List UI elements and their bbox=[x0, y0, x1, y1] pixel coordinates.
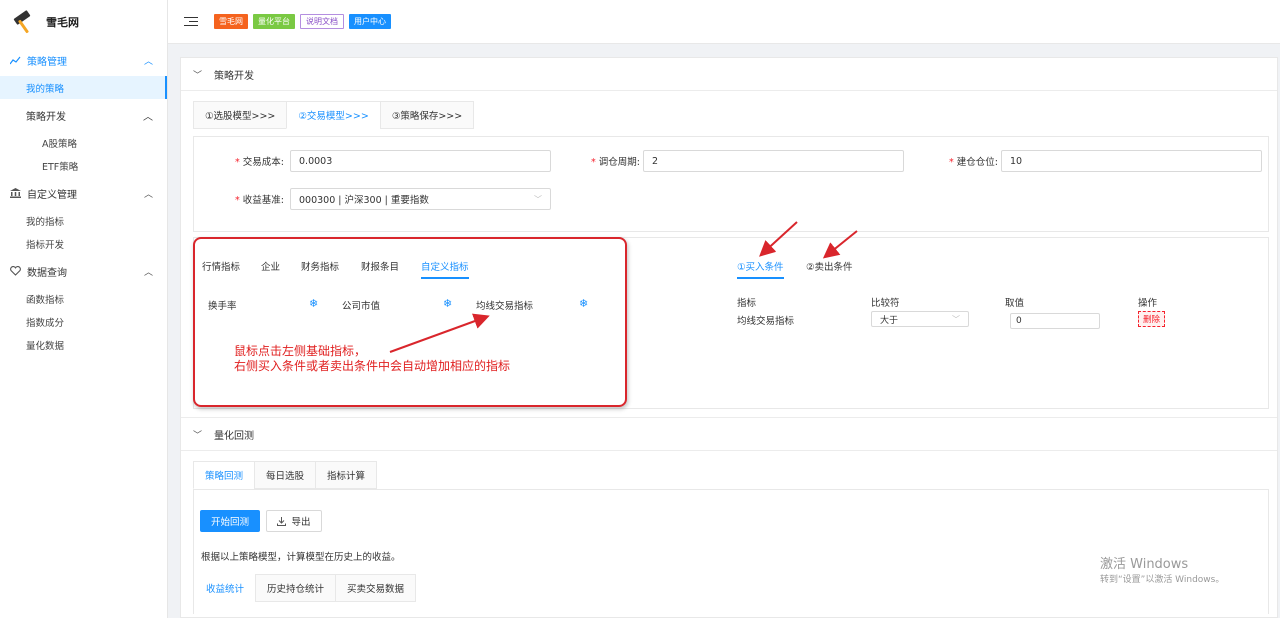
table-header-comparator: 比较符 bbox=[871, 298, 900, 309]
comparator-select[interactable]: 大于 ﹀ bbox=[871, 311, 969, 327]
tab-daily-selection[interactable]: 每日选股 bbox=[254, 461, 317, 489]
chevron-down-icon: ﹀ bbox=[193, 70, 203, 81]
tab-buy-condition[interactable]: ①买入条件 bbox=[737, 259, 784, 279]
form-row-benchmark: * 收益基准: 000300 | 沪深300 | 重要指数 ﹀ bbox=[202, 188, 551, 210]
top-header: 雪毛网 量化平台 说明文档 用户中心 bbox=[168, 0, 1280, 44]
benchmark-select[interactable]: 000300 | 沪深300 | 重要指数 ﹀ bbox=[290, 188, 551, 210]
backtest-tabs: 策略回测 每日选股 指标计算 bbox=[193, 461, 378, 489]
sidebar-item-quant-data[interactable]: 量化数据 bbox=[0, 333, 167, 356]
sidebar-item-my-indicators[interactable]: 我的指标 bbox=[0, 209, 167, 232]
sidebar-item-indicator-dev[interactable]: 指标开发 bbox=[0, 232, 167, 255]
table-header-action: 操作 bbox=[1138, 298, 1158, 309]
activation-watermark-subtitle: 转到“设置”以激活 Windows。 bbox=[1100, 575, 1225, 585]
menu-fold-icon[interactable] bbox=[184, 16, 198, 27]
delete-button[interactable]: 删除 bbox=[1138, 311, 1166, 327]
chevron-up-icon: ︿ bbox=[143, 189, 153, 200]
app-title: 雪毛网 bbox=[46, 16, 79, 29]
sidebar: 雪毛网 策略管理 ︿ 我的策略 策略开发 ︿ A股策略 ETF策略 自定义管理 … bbox=[0, 0, 168, 618]
tab-strategy-backtest[interactable]: 策略回测 bbox=[193, 461, 256, 489]
table-header-value: 取值 bbox=[1005, 298, 1025, 309]
menu-group-custom-management[interactable]: 自定义管理 ︿ bbox=[0, 177, 167, 209]
comparator-value: 大于 bbox=[880, 315, 899, 326]
menu-group-strategy-dev[interactable]: 策略开发 ︿ bbox=[0, 99, 167, 131]
chevron-down-icon: ﹀ bbox=[534, 195, 542, 204]
menu-group-data-query[interactable]: 数据查询 ︿ bbox=[0, 255, 167, 287]
sidebar-item-my-strategy[interactable]: 我的策略 bbox=[0, 76, 167, 99]
tab-trade-model[interactable]: ②交易模型>>> bbox=[286, 101, 381, 129]
tab-stock-selection-model[interactable]: ①选股模型>>> bbox=[193, 101, 288, 129]
tab-trade-data[interactable]: 买卖交易数据 bbox=[335, 574, 417, 602]
chevron-up-icon: ︿ bbox=[143, 56, 153, 67]
period-input[interactable]: 2 bbox=[643, 150, 904, 172]
tab-indicator-calc[interactable]: 指标计算 bbox=[315, 461, 378, 489]
chevron-down-icon: ﹀ bbox=[952, 315, 960, 324]
tab-strategy-save[interactable]: ③策略保存>>> bbox=[379, 101, 475, 129]
sidebar-item-etf-strategy[interactable]: ETF策略 bbox=[0, 154, 167, 177]
sidebar-item-index-components[interactable]: 指数成分 bbox=[0, 310, 167, 333]
heart-icon bbox=[9, 265, 21, 277]
tab-sell-condition[interactable]: ②卖出条件 bbox=[806, 259, 853, 273]
tab-holding-history[interactable]: 历史持仓统计 bbox=[255, 574, 337, 602]
export-button[interactable]: 导出 bbox=[266, 510, 322, 532]
backtest-panel: 开始回测 导出 根据以上策略模型，计算模型在历史上的收益。 收益统计 历史持仓统… bbox=[193, 489, 1269, 614]
menu-group-label: 策略管理 bbox=[27, 56, 67, 68]
table-header-indicator: 指标 bbox=[737, 298, 757, 309]
line-chart-icon bbox=[9, 54, 21, 66]
menu-group-label: 策略开发 bbox=[26, 111, 66, 123]
download-icon bbox=[277, 516, 287, 526]
trade-params-form: * 交易成本: 0.0003 * 调仓周期: 2 * 建仓仓位: 10 * 收益基准: … bbox=[193, 136, 1269, 232]
menu-group-strategy-management[interactable]: 策略管理 ︿ bbox=[0, 44, 167, 76]
section-title: 量化回测 bbox=[214, 430, 255, 442]
chevron-down-icon: ﹀ bbox=[193, 430, 203, 441]
divider bbox=[181, 90, 1277, 91]
annotation-highlight-box bbox=[193, 237, 627, 407]
chevron-up-icon: ︿ bbox=[143, 111, 153, 123]
logo[interactable]: 雪毛网 bbox=[0, 0, 167, 44]
chevron-up-icon: ︿ bbox=[143, 267, 153, 278]
section-header-strategy-dev[interactable]: ﹀ 策略开发 bbox=[181, 58, 1277, 90]
annotation-line-2: 右侧买入条件或者卖出条件中会自动增加相应的指标 bbox=[234, 359, 511, 373]
position-label: * 建仓仓位: bbox=[949, 157, 998, 168]
divider bbox=[181, 450, 1277, 451]
benchmark-label: * 收益基准: bbox=[235, 195, 284, 206]
position-input[interactable]: 10 bbox=[1001, 150, 1262, 172]
benchmark-value: 000300 | 沪深300 | 重要指数 bbox=[299, 195, 429, 206]
tab-return-stats[interactable]: 收益统计 bbox=[194, 574, 257, 602]
bank-icon bbox=[9, 187, 21, 199]
form-row-cost: * 交易成本: 0.0003 bbox=[202, 150, 551, 172]
badge-docs[interactable]: 说明文档 bbox=[300, 14, 344, 29]
annotation-line-1: 鼠标点击左侧基础指标， bbox=[234, 344, 367, 358]
condition-value-input[interactable]: 0 bbox=[1010, 313, 1100, 329]
menu-group-label: 数据查询 bbox=[27, 267, 67, 279]
step-tabs: ①选股模型>>> ②交易模型>>> ③策略保存>>> bbox=[193, 101, 475, 129]
activation-watermark-title: 激活 Windows bbox=[1100, 557, 1189, 572]
form-row-position: * 建仓仓位: 10 bbox=[916, 150, 1262, 172]
sidebar-item-function-indicators[interactable]: 函数指标 bbox=[0, 287, 167, 310]
badge-site[interactable]: 雪毛网 bbox=[214, 14, 248, 29]
section-header-backtest[interactable]: ﹀ 量化回测 bbox=[181, 418, 1277, 450]
hammer-logo-icon bbox=[12, 10, 34, 34]
badge-quant-platform[interactable]: 量化平台 bbox=[253, 14, 295, 29]
backtest-description: 根据以上策略模型，计算模型在历史上的收益。 bbox=[201, 552, 401, 563]
menu-group-label: 自定义管理 bbox=[27, 189, 77, 201]
result-tabs: 收益统计 历史持仓统计 买卖交易数据 bbox=[194, 574, 417, 602]
period-label: * 调仓周期: bbox=[591, 157, 640, 168]
start-backtest-button[interactable]: 开始回测 bbox=[200, 510, 260, 532]
export-label: 导出 bbox=[291, 517, 311, 528]
badge-user-center[interactable]: 用户中心 bbox=[349, 14, 391, 29]
cost-input[interactable]: 0.0003 bbox=[290, 150, 551, 172]
sidebar-item-a-share-strategy[interactable]: A股策略 bbox=[0, 131, 167, 154]
section-title: 策略开发 bbox=[214, 70, 255, 82]
condition-indicator: 均线交易指标 bbox=[737, 316, 795, 327]
form-row-period: * 调仓周期: 2 bbox=[558, 150, 904, 172]
cost-label: * 交易成本: bbox=[235, 157, 284, 168]
